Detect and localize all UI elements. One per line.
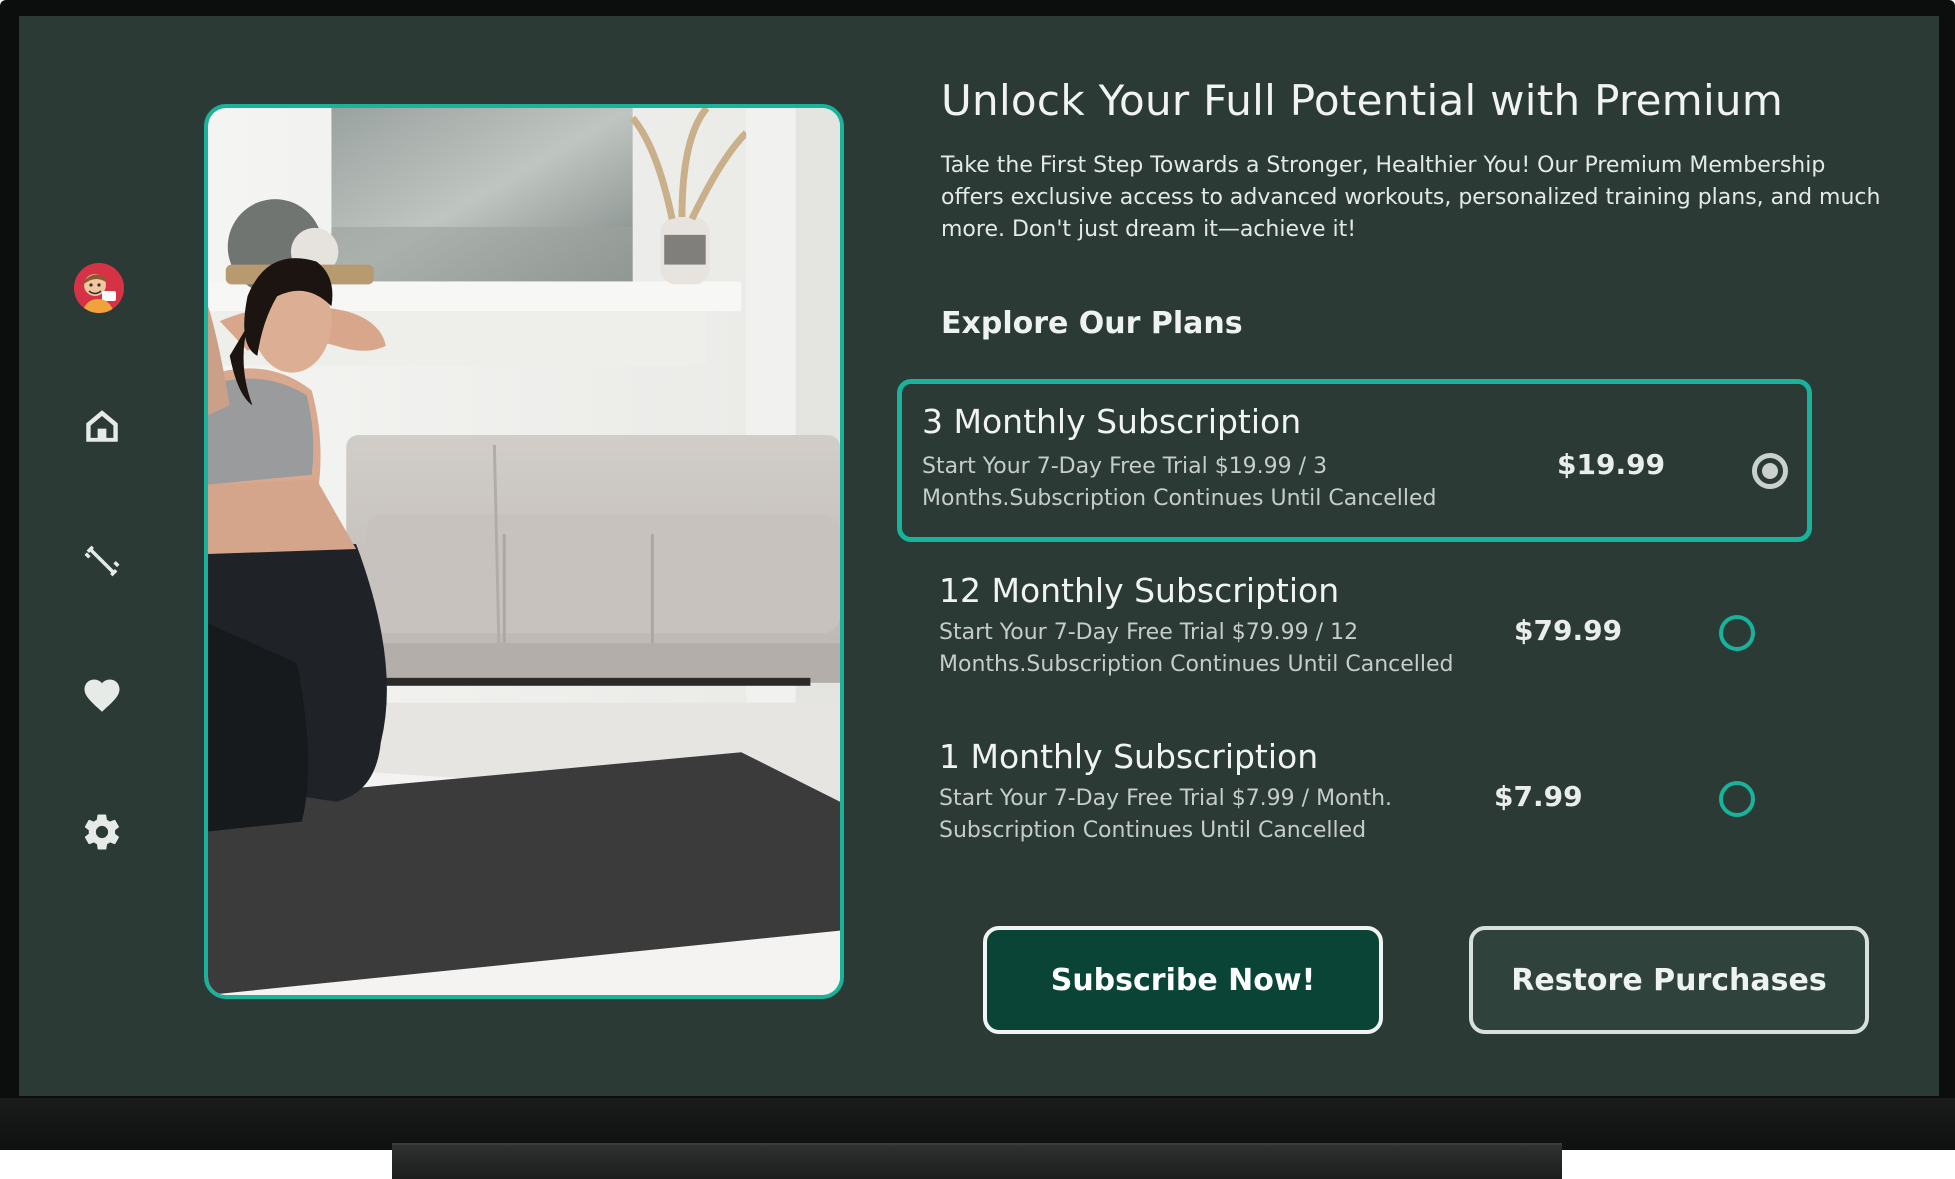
plan-price: $79.99 (1514, 614, 1623, 647)
avatar-icon (74, 263, 124, 313)
heart-icon (84, 679, 120, 712)
tv-screen: Unlock Your Full Potential with Premium … (19, 16, 1939, 1096)
hero-photo (204, 104, 844, 999)
page-description: Take the First Step Towards a Stronger, … (941, 153, 1881, 242)
plan-description: Start Your 7-Day Free Trial $19.99 / 3 M… (922, 454, 1437, 511)
plan-radio[interactable] (1752, 453, 1788, 489)
sidebar-item-settings[interactable] (76, 806, 128, 858)
tv-stand (392, 1143, 1562, 1179)
sidebar-item-favorites[interactable] (76, 670, 128, 722)
subscribe-button[interactable]: Subscribe Now! (983, 926, 1383, 1034)
plan-name: 1 Monthly Subscription (939, 737, 1319, 776)
plan-price: $7.99 (1494, 780, 1583, 813)
plan-option-1-month[interactable]: 1 Monthly Subscription Start Your 7-Day … (939, 737, 1789, 857)
workout-photo (208, 108, 840, 995)
gear-icon (84, 814, 119, 850)
plan-radio[interactable] (1719, 615, 1755, 651)
plan-description: Start Your 7-Day Free Trial $79.99 / 12 … (939, 620, 1454, 677)
avatar[interactable] (74, 263, 124, 313)
home-icon (86, 410, 118, 442)
plan-name: 3 Monthly Subscription (922, 402, 1302, 441)
plan-radio[interactable] (1719, 781, 1755, 817)
sidebar-item-home[interactable] (76, 400, 128, 452)
plan-name: 12 Monthly Subscription (939, 571, 1340, 610)
sidebar-item-workouts[interactable] (76, 535, 128, 587)
plan-option-3-month[interactable]: 3 Monthly Subscription Start Your 7-Day … (897, 379, 1812, 542)
plans-section-title: Explore Our Plans (941, 306, 1243, 341)
restore-purchases-button[interactable]: Restore Purchases (1469, 926, 1869, 1034)
plan-description: Start Your 7-Day Free Trial $7.99 / Mont… (939, 786, 1393, 843)
sidebar-nav (19, 16, 179, 1096)
dumbbell-icon (84, 545, 120, 577)
plan-option-12-month[interactable]: 12 Monthly Subscription Start Your 7-Day… (939, 571, 1789, 691)
plan-price: $19.99 (1557, 448, 1666, 481)
page-title: Unlock Your Full Potential with Premium (941, 76, 1784, 125)
